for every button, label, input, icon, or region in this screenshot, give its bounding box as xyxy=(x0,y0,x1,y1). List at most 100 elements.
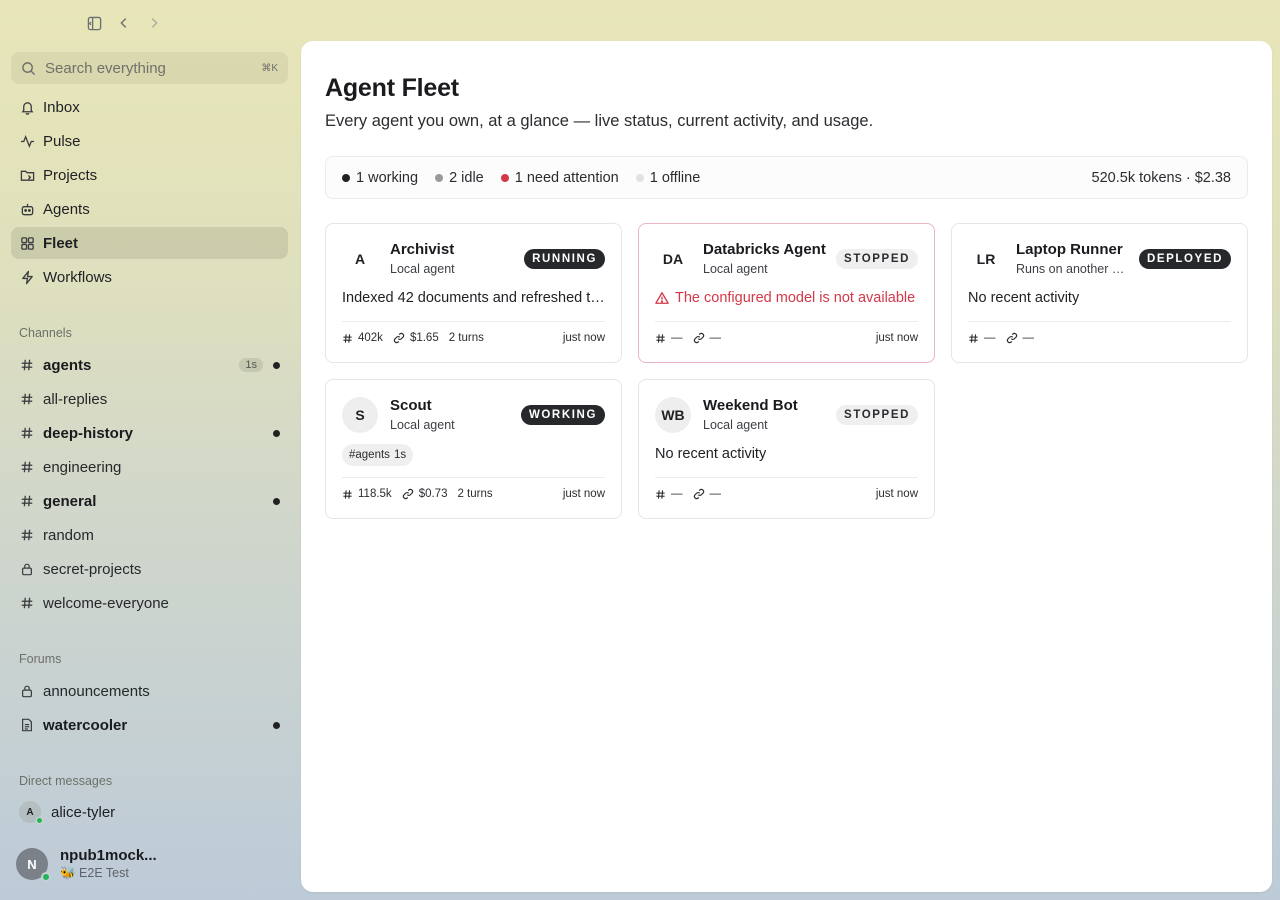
bell-icon xyxy=(19,99,35,115)
cost-stat: $1.65 xyxy=(393,332,439,344)
hash-icon xyxy=(19,527,35,543)
forum-name: announcements xyxy=(43,682,150,700)
avatar-initial: A xyxy=(26,806,34,818)
stat-label: 1 need attention xyxy=(514,169,619,186)
unread-dot xyxy=(273,429,280,437)
tokens-value: — xyxy=(671,488,683,500)
status-dot-attention xyxy=(500,173,509,182)
agent-card-databricks-agent[interactable]: DA Databricks Agent Local agent STOPPED … xyxy=(638,223,935,363)
channel-item-random[interactable]: random xyxy=(11,519,288,551)
card-divider xyxy=(342,477,605,478)
cost-stat: — xyxy=(693,332,722,344)
hash-icon xyxy=(19,459,35,475)
direct-messages-header: Direct messages xyxy=(19,774,113,788)
forward-arrow-icon[interactable] xyxy=(144,12,164,34)
channel-item-engineering[interactable]: engineering xyxy=(11,451,288,483)
channel-name: all-replies xyxy=(43,390,108,408)
agent-usage: 402k $1.65 2 turns just now xyxy=(342,330,605,346)
stat-label: 1 working xyxy=(356,169,419,186)
agent-card-weekend-bot[interactable]: WB Weekend Bot Local agent STOPPED No re… xyxy=(638,379,935,519)
status-dot-idle xyxy=(435,173,444,182)
nav-item-agents[interactable]: Agents xyxy=(11,193,288,225)
nav-item-fleet[interactable]: Fleet xyxy=(11,227,288,259)
dm-item-alice-tyler[interactable]: A alice-tyler xyxy=(19,801,116,824)
agent-usage: 118.5k $0.73 2 turns just now xyxy=(342,486,605,502)
channel-item-welcome-everyone[interactable]: welcome-everyone xyxy=(11,587,288,619)
forums-header: Forums xyxy=(19,652,62,666)
agent-usage: — — just now xyxy=(655,486,918,502)
last-active: just now xyxy=(562,332,605,344)
hash-icon xyxy=(19,595,35,611)
channel-item-general[interactable]: general xyxy=(11,485,288,517)
user-status: 🐝 E2E Test xyxy=(60,866,129,880)
sidebar-toggle-icon[interactable] xyxy=(84,12,104,34)
hash-icon xyxy=(19,391,35,407)
agent-activity: No recent activity xyxy=(655,446,920,462)
nav-item-workflows[interactable]: Workflows xyxy=(11,261,288,293)
status-dot-offline xyxy=(635,173,644,182)
bolt-icon xyxy=(19,269,35,285)
chip-channel: #agents xyxy=(349,449,390,461)
nav-item-label: Workflows xyxy=(43,268,112,286)
current-user[interactable]: N npub1mock... 🐝 E2E Test xyxy=(16,847,157,882)
cost-value: — xyxy=(709,488,722,500)
search-box[interactable]: ⌘K xyxy=(11,52,288,84)
unread-dot xyxy=(273,721,280,729)
grid-icon xyxy=(19,235,35,251)
forum-item-announcements[interactable]: announcements xyxy=(11,675,288,707)
cost-value: — xyxy=(1022,332,1035,344)
unread-dot xyxy=(273,497,280,505)
channel-item-secret-projects[interactable]: secret-projects xyxy=(11,553,288,585)
channel-item-deep-history[interactable]: deep-history xyxy=(11,417,288,449)
tokens-value: 402k xyxy=(358,332,383,344)
status-badge: WORKING xyxy=(520,405,605,425)
channel-name: random xyxy=(43,526,94,544)
back-arrow-icon[interactable] xyxy=(114,12,134,34)
agent-name: Archivist xyxy=(390,241,455,258)
channel-item-all-replies[interactable]: all-replies xyxy=(11,383,288,415)
cost-value: — xyxy=(709,332,722,344)
search-input[interactable] xyxy=(45,59,253,77)
nav-item-inbox[interactable]: Inbox xyxy=(11,91,288,123)
status-badge: RUNNING xyxy=(524,249,605,269)
agent-error: The configured model is not available xyxy=(655,290,920,306)
nav-item-pulse[interactable]: Pulse xyxy=(11,125,288,157)
active-channel-chip[interactable]: #agents 1s xyxy=(342,444,414,466)
fleet-summary-bar: 1 working 2 idle 1 need attention 1 offl… xyxy=(325,156,1248,199)
channel-name: agents xyxy=(43,356,92,374)
forum-item-watercooler[interactable]: watercooler xyxy=(11,709,288,741)
nav-item-label: Agents xyxy=(43,200,90,218)
hash-icon xyxy=(968,333,979,344)
status-badge: STOPPED xyxy=(836,249,918,269)
warning-icon xyxy=(655,291,669,305)
stat-attention: 1 need attention xyxy=(500,169,619,186)
card-divider xyxy=(655,321,918,322)
agent-card-archivist[interactable]: A Archivist Local agent RUNNING Indexed … xyxy=(325,223,622,363)
card-divider xyxy=(655,477,918,478)
nav-item-projects[interactable]: Projects xyxy=(11,159,288,191)
dm-name: alice-tyler xyxy=(51,803,116,821)
agent-usage: — — xyxy=(968,330,1231,346)
turns-stat: 2 turns xyxy=(457,488,493,500)
stat-label: 1 offline xyxy=(649,169,701,186)
activity-text: Indexed 42 documents and refreshed the s… xyxy=(342,290,607,306)
online-indicator xyxy=(41,872,51,882)
channel-item-agents[interactable]: agents 1s xyxy=(11,349,288,381)
agent-card-laptop-runner[interactable]: LR Laptop Runner Runs on another device … xyxy=(951,223,1248,363)
link-icon xyxy=(693,332,705,344)
link-icon xyxy=(393,332,405,344)
forum-name: watercooler xyxy=(43,716,128,734)
activity-text: No recent activity xyxy=(968,290,1080,306)
cost-value: $1.65 xyxy=(409,332,439,344)
channel-name: welcome-everyone xyxy=(43,594,169,612)
nav-item-label: Inbox xyxy=(43,98,80,116)
agent-card-scout[interactable]: S Scout Local agent WORKING #agents 1s 1… xyxy=(325,379,622,519)
last-active: just now xyxy=(875,332,918,344)
agent-kind: Local agent xyxy=(390,418,455,432)
sidebar: ⌘K Inbox Pulse Projects Agents Fleet Wor… xyxy=(0,42,300,900)
stat-offline: 1 offline xyxy=(635,169,701,186)
lock-icon xyxy=(19,683,35,699)
tokens-value: 118.5k xyxy=(358,488,392,500)
stat-working: 1 working xyxy=(342,170,418,186)
user-name: npub1mock... xyxy=(60,847,157,864)
